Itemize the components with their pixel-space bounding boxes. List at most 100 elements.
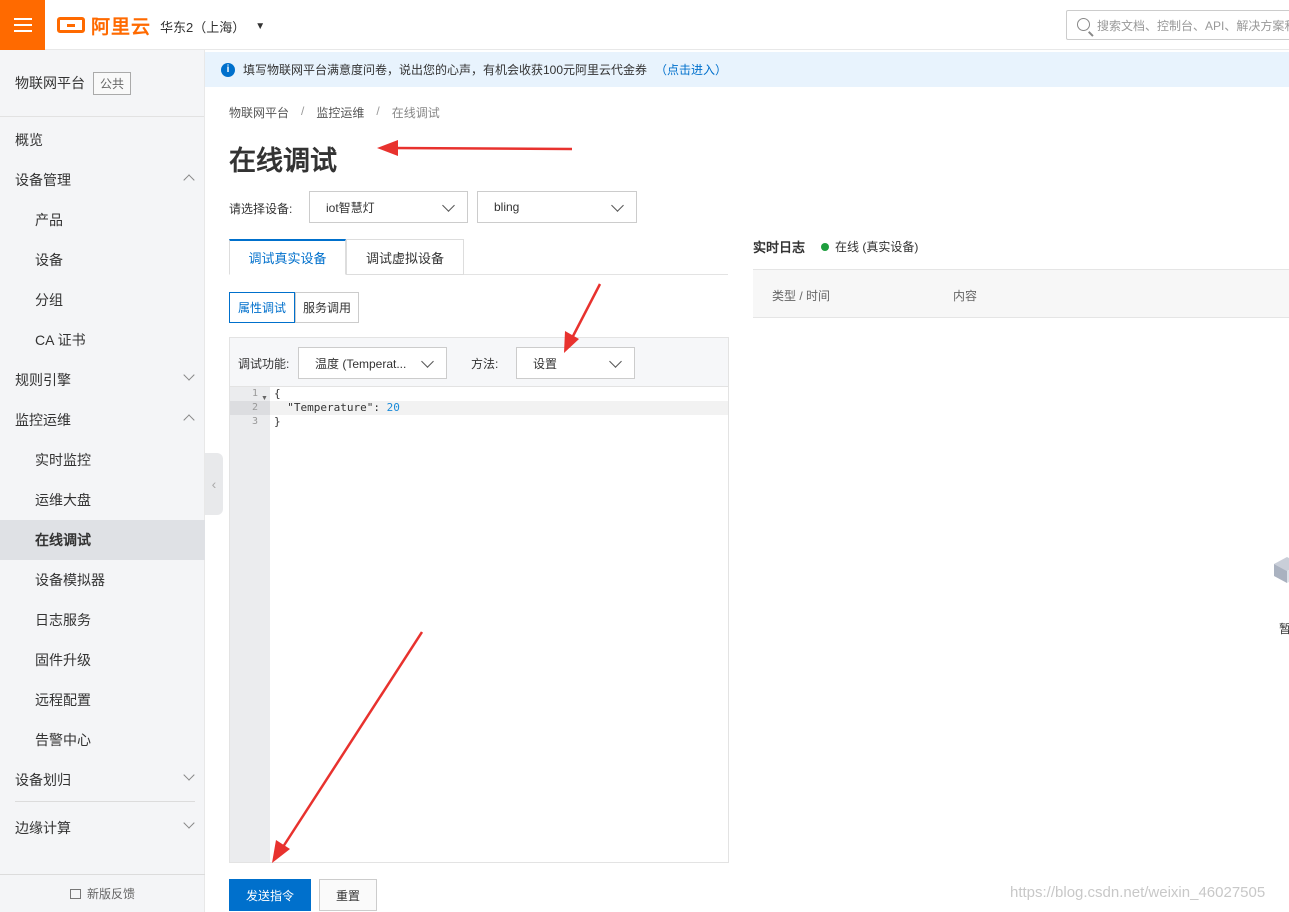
chevron-down-icon: [421, 355, 434, 368]
device-select-value: bling: [494, 200, 520, 214]
search-input[interactable]: 搜索文档、控制台、API、解决方案和资源: [1066, 10, 1289, 40]
device-select-label: 请选择设备:: [229, 202, 293, 216]
code-key: "Temperature":: [274, 401, 387, 414]
feedback-button[interactable]: 新版反馈: [0, 874, 205, 912]
code-line[interactable]: {: [274, 387, 281, 401]
online-status-text: 在线 (真实设备): [835, 240, 919, 254]
chevron-left-icon: ‹: [211, 476, 217, 492]
sidebar-item[interactable]: 监控运维: [0, 400, 205, 440]
region-label: 华东2（上海）: [160, 20, 246, 35]
annotation-arrow: [377, 140, 573, 156]
editor-gutter: [230, 387, 270, 862]
sidebar-item[interactable]: 在线调试: [0, 520, 205, 560]
sidebar-item[interactable]: 远程配置: [0, 680, 205, 720]
sidebar-item-label: 边缘计算: [15, 820, 71, 836]
breadcrumb-current: 在线调试: [391, 106, 440, 120]
sidebar-item-label: 概览: [15, 132, 43, 148]
fold-toggle-icon[interactable]: ▼: [261, 395, 268, 402]
sidebar-item-label: 远程配置: [35, 692, 91, 708]
sidebar-item[interactable]: 日志服务: [0, 600, 205, 640]
sidebar-item[interactable]: 产品: [0, 200, 205, 240]
sidebar-badge[interactable]: 公共: [93, 71, 132, 95]
subtab-service-call[interactable]: 服务调用: [295, 292, 359, 323]
sidebar-item[interactable]: 边缘计算: [0, 808, 205, 848]
region-selector[interactable]: 华东2（上海） ▼: [160, 17, 265, 36]
code-value: 20: [386, 401, 400, 414]
sidebar-item-label: 产品: [35, 212, 63, 228]
method-select[interactable]: 设置: [516, 347, 635, 379]
device-select[interactable]: bling: [477, 191, 637, 223]
sidebar-item[interactable]: 实时监控: [0, 440, 205, 480]
tab-debug-virtual-device[interactable]: 调试虚拟设备: [346, 239, 464, 275]
menu-button[interactable]: [0, 0, 45, 50]
chevron-down-icon: [183, 369, 195, 381]
debug-panel-header: 调试功能: 温度 (Temperat... 方法: 设置: [230, 338, 728, 387]
sidebar-item[interactable]: 运维大盘: [0, 480, 205, 520]
sidebar-item-label: CA 证书: [35, 332, 86, 348]
sidebar-item[interactable]: 固件升级: [0, 640, 205, 680]
sidebar-item-label: 监控运维: [15, 412, 71, 428]
sidebar-item-label: 实时监控: [35, 452, 91, 468]
top-bar: 阿里云 华东2（上海） ▼ 搜索文档、控制台、API、解决方案和资源: [0, 0, 1289, 50]
page-title: 在线调试: [229, 146, 337, 176]
line-number: 2: [230, 401, 270, 415]
sidebar-item-label: 设备划归: [15, 772, 71, 788]
breadcrumb-separator: /: [301, 104, 305, 118]
log-col-type-time: 类型 / 时间: [772, 289, 831, 303]
breadcrumb-item[interactable]: 物联网平台: [229, 104, 289, 121]
sidebar-item[interactable]: 设备模拟器: [0, 560, 205, 600]
sidebar-item[interactable]: 设备划归: [0, 760, 205, 800]
subtab-property-debug[interactable]: 属性调试: [229, 292, 295, 323]
chevron-down-icon: [183, 817, 195, 829]
code-line[interactable]: "Temperature": 20: [274, 401, 400, 415]
sidebar-item[interactable]: 概览: [0, 120, 205, 160]
method-select-value: 设置: [533, 356, 558, 371]
tab-debug-real-device[interactable]: 调试真实设备: [229, 239, 346, 275]
function-select[interactable]: 温度 (Temperat...: [298, 347, 447, 379]
notice-link[interactable]: （点击进入）: [655, 61, 727, 78]
sidebar-item-label: 告警中心: [35, 732, 91, 748]
caret-down-icon: ▼: [255, 21, 266, 32]
debug-panel: 调试功能: 温度 (Temperat... 方法: 设置 1 2 3 ▼ { "…: [229, 337, 729, 863]
chevron-down-icon: [442, 199, 455, 212]
sidebar-item[interactable]: CA 证书: [0, 320, 205, 360]
chevron-down-icon: [183, 769, 195, 781]
code-line[interactable]: }: [274, 415, 281, 429]
method-label: 方法:: [471, 357, 499, 371]
breadcrumb-separator: /: [376, 104, 380, 118]
hamburger-icon: [13, 18, 32, 32]
reset-button[interactable]: 重置: [319, 879, 377, 911]
sidebar-item[interactable]: 分组: [0, 280, 205, 320]
breadcrumb-item[interactable]: 监控运维: [316, 104, 364, 121]
chevron-up-icon: [183, 414, 195, 426]
empty-state-text: 暂: [1279, 622, 1289, 636]
search-placeholder: 搜索文档、控制台、API、解决方案和资源: [1097, 18, 1289, 33]
sidebar-collapse-button[interactable]: ‹: [205, 453, 223, 515]
product-select[interactable]: iot智慧灯: [309, 191, 468, 223]
log-col-content: 内容: [953, 289, 978, 303]
watermark: https://blog.csdn.net/weixin_46027505: [1010, 884, 1266, 901]
aliyun-logo[interactable]: 阿里云: [57, 14, 151, 38]
sidebar-item[interactable]: 规则引擎: [0, 360, 205, 400]
sidebar-divider: [15, 801, 195, 802]
feedback-icon: [69, 888, 81, 899]
sidebar-item-label: 固件升级: [35, 652, 91, 668]
aliyun-logo-icon: [57, 17, 85, 33]
sidebar-item[interactable]: 设备管理: [0, 160, 205, 200]
sidebar-item[interactable]: 告警中心: [0, 720, 205, 760]
empty-state-icon: [1274, 557, 1289, 583]
chevron-down-icon: [611, 199, 624, 212]
log-table-header: 类型 / 时间 内容: [753, 269, 1289, 318]
sidebar-item-label: 在线调试: [35, 532, 91, 548]
online-status: 在线 (真实设备): [821, 238, 918, 255]
sidebar-item-label: 分组: [35, 292, 63, 308]
sidebar: 物联网平台 公共 概览设备管理产品设备分组 CA 证书规则引擎监控运维实时监控运维…: [0, 50, 205, 912]
sidebar-item-label: 运维大盘: [35, 492, 91, 508]
notice-banner: i 填写物联网平台满意度问卷，说出您的心声，有机会收获100元阿里云代金券 （点…: [205, 52, 1289, 87]
send-command-button[interactable]: 发送指令: [229, 879, 311, 911]
sidebar-title: 物联网平台: [15, 75, 85, 91]
breadcrumb: 物联网平台 / 监控运维 / 在线调试: [229, 104, 440, 121]
info-icon: i: [221, 62, 235, 77]
sidebar-item[interactable]: 设备: [0, 240, 205, 280]
chevron-down-icon: [609, 355, 622, 368]
